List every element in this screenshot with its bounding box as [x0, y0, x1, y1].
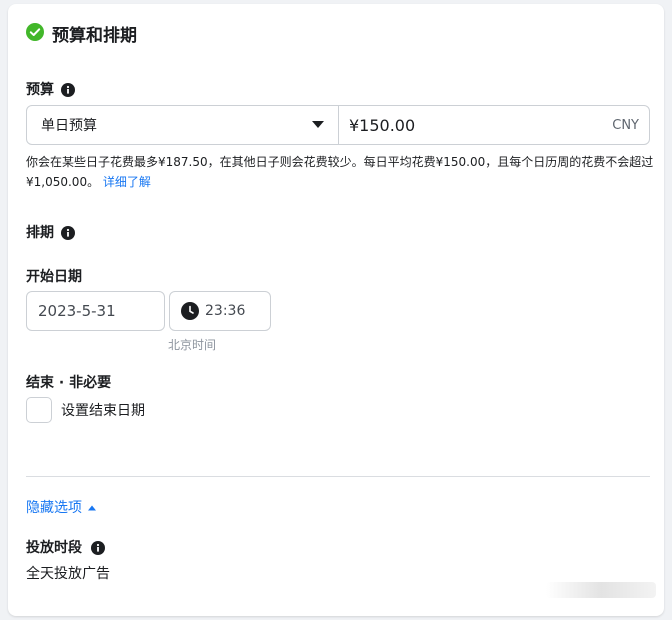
- budget-amount-value: ¥150.00: [349, 115, 416, 135]
- hide-options-label: 隐藏选项: [26, 500, 82, 516]
- clock-icon: [181, 302, 199, 320]
- budget-type-select[interactable]: 单日预算: [27, 106, 339, 144]
- end-label: 结束 · 非必要: [26, 375, 112, 391]
- learn-more-link[interactable]: 详细了解: [103, 175, 151, 189]
- budget-type-value: 单日预算: [41, 118, 97, 134]
- budget-note: 你会在某些日子花费最多¥187.50，在其他日子则会花费较少。每日平均花费¥15…: [26, 152, 656, 192]
- start-date-label: 开始日期: [26, 269, 82, 285]
- caret-up-icon: [88, 499, 96, 515]
- start-date-value: 2023-5-31: [38, 302, 116, 320]
- budget-label: 预算: [26, 82, 54, 98]
- divider: [26, 476, 650, 477]
- set-end-date-checkbox[interactable]: [26, 397, 52, 423]
- currency-label: CNY: [612, 117, 639, 133]
- caret-down-icon: [312, 117, 324, 133]
- watermark-blur: [546, 582, 656, 598]
- check-circle-icon: [26, 23, 44, 41]
- schedule-label: 排期: [26, 225, 54, 241]
- budget-amount-input[interactable]: ¥150.00 CNY: [339, 106, 649, 144]
- delivery-time-value: 全天投放广告: [26, 566, 110, 582]
- start-time-value: 23:36: [205, 303, 246, 319]
- hide-options-toggle[interactable]: 隐藏选项: [26, 497, 96, 517]
- set-end-date-label[interactable]: 设置结束日期: [61, 400, 145, 420]
- start-time-input[interactable]: 23:36: [169, 291, 271, 331]
- budget-input-group: 单日预算 ¥150.00 CNY: [26, 105, 650, 145]
- start-date-input[interactable]: 2023-5-31: [26, 291, 165, 331]
- timezone-label: 北京时间: [168, 338, 217, 352]
- info-icon[interactable]: [61, 82, 75, 97]
- info-icon[interactable]: [61, 225, 75, 240]
- delivery-time-label: 投放时段: [26, 540, 82, 556]
- budget-schedule-card: 预算和排期 预算 单日预算 ¥150.00 CNY 你会在某些日子花费最多¥18…: [8, 4, 664, 616]
- info-icon[interactable]: [91, 540, 105, 555]
- section-title: 预算和排期: [52, 26, 137, 46]
